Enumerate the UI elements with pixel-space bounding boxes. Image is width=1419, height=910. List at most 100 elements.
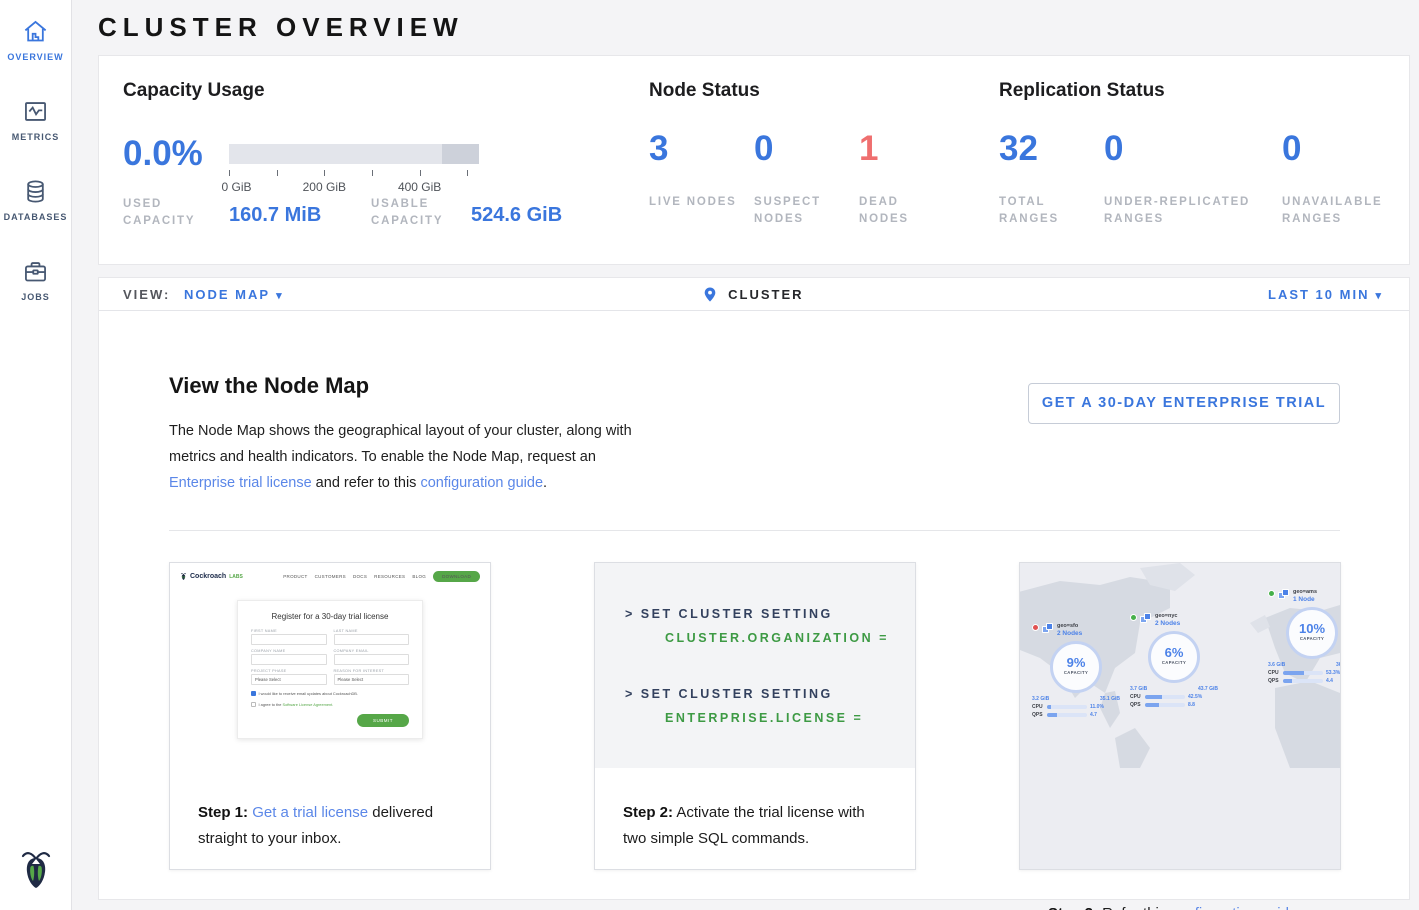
- step1-card: CockroachLABS PRODUCTCUSTOMERSDOCSRESOUR…: [169, 562, 491, 870]
- unavailable-ranges-stat: 0 UNAVAILABLE RANGES: [1282, 131, 1392, 228]
- suspect-nodes-label: SUSPECT NODES: [754, 194, 844, 228]
- used-capacity-value: 160.7 MiB: [229, 204, 321, 227]
- capacity-used-percent: 0.0%: [123, 136, 203, 171]
- live-nodes-value: 3: [649, 131, 739, 166]
- nodes-cube-icon: [1042, 623, 1054, 634]
- reason-select: Please Select: [334, 674, 410, 685]
- mini-site-header: CockroachLABS PRODUCTCUSTOMERSDOCSRESOUR…: [170, 563, 490, 586]
- form-title: Register for a 30-day trial license: [251, 612, 409, 621]
- live-status-dot: [1268, 590, 1275, 597]
- enterprise-trial-license-link[interactable]: Enterprise trial license: [169, 475, 312, 491]
- location-label: CLUSTER: [728, 287, 803, 302]
- sidebar-item-label: JOBS: [21, 292, 50, 302]
- replication-status-title: Replication Status: [999, 80, 1165, 102]
- company-name-field: [251, 654, 327, 665]
- step2-code-snippet: > SET CLUSTER SETTING CLUSTER.ORGANIZATI…: [595, 563, 915, 768]
- briefcase-icon: [22, 258, 49, 285]
- capacity-usage-title: Capacity Usage: [123, 80, 265, 102]
- step3-caption: Step 3: Refer this configuration guide t…: [1020, 869, 1340, 910]
- chevron-down-icon: ▾: [1375, 290, 1383, 302]
- configuration-guide-link[interactable]: configuration guide: [1171, 905, 1298, 910]
- sql-command-line: > SET CLUSTER SETTING: [625, 607, 915, 621]
- location-breadcrumb: CLUSTER: [99, 287, 1409, 302]
- trial-license-form: Register for a 30-day trial license FIRS…: [237, 600, 423, 739]
- locality-widget-sfo: geo=sfo2 Nodes 9% CAPACITY 3.2 GiB35.1 G…: [1032, 623, 1120, 718]
- live-status-dot: [1130, 614, 1137, 621]
- sql-setting-line: ENTERPRISE.LICENSE =: [665, 711, 915, 725]
- nodes-cube-icon: [1140, 613, 1152, 624]
- view-bar: VIEW: NODE MAP▾ CLUSTER LAST 10 MIN▾: [99, 278, 1409, 311]
- capacity-bar-chart: 0 GiB 200 GiB 400 GiB: [229, 144, 479, 194]
- usable-capacity-value: 524.6 GiB: [471, 204, 562, 227]
- mini-site-nav: PRODUCTCUSTOMERSDOCSRESOURCESBLOG DOWNLO…: [283, 571, 480, 582]
- cockroach-bug-icon: [180, 572, 187, 581]
- project-phase-select: Please Select: [251, 674, 327, 685]
- axis-tick-label: 400 GiB: [398, 180, 441, 194]
- cockroach-labs-logo: [0, 846, 72, 892]
- home-icon: [22, 18, 49, 45]
- enterprise-trial-button[interactable]: GET A 30-DAY ENTERPRISE TRIAL: [1028, 383, 1340, 424]
- mini-site-submit-button: SUBMIT: [357, 714, 409, 727]
- dead-nodes-label: DEAD NODES: [859, 194, 949, 228]
- dead-status-dot: [1032, 624, 1039, 631]
- sidebar-item-metrics[interactable]: METRICS: [0, 80, 71, 160]
- steps-row: CockroachLABS PRODUCTCUSTOMERSDOCSRESOUR…: [169, 562, 1341, 870]
- live-nodes-label: LIVE NODES: [649, 194, 739, 211]
- configuration-guide-link[interactable]: configuration guide: [420, 475, 543, 491]
- sidebar-item-overview[interactable]: OVERVIEW: [0, 0, 71, 80]
- suspect-nodes-stat: 0 SUSPECT NODES: [754, 131, 844, 228]
- total-ranges-label: TOTAL RANGES: [999, 194, 1089, 228]
- axis-tick-label: 200 GiB: [303, 180, 346, 194]
- locality-widget-ams: geo=ams1 Node 10% CAPACITY 3.6 GiB36.6 G…: [1268, 589, 1340, 684]
- unavailable-ranges-label: UNAVAILABLE RANGES: [1282, 194, 1392, 228]
- time-range-dropdown[interactable]: LAST 10 MIN▾: [1268, 287, 1383, 302]
- map-pin-icon: [704, 287, 716, 302]
- cluster-summary-card: Capacity Usage 0.0% 0 GiB 200 GiB 400 Gi…: [98, 55, 1410, 265]
- total-ranges-value: 32: [999, 131, 1089, 166]
- sql-setting-line: CLUSTER.ORGANIZATION =: [665, 631, 915, 645]
- get-trial-license-link[interactable]: Get a trial license: [252, 804, 368, 821]
- capacity-gauge: 10% CAPACITY: [1286, 607, 1338, 659]
- node-map-panel: VIEW: NODE MAP▾ CLUSTER LAST 10 MIN▾ Vie…: [98, 277, 1410, 900]
- locality-widget-nyc: geo=nyc2 Nodes 6% CAPACITY 3.7 GiB43.7 G…: [1130, 613, 1218, 708]
- sidebar-item-label: METRICS: [12, 132, 60, 142]
- step2-caption: Step 2: Activate the trial license with …: [595, 768, 915, 852]
- node-status-title: Node Status: [649, 80, 760, 102]
- capacity-bar-reserved-segment: [442, 144, 480, 164]
- usable-capacity-label: USABLE CAPACITY: [371, 196, 466, 230]
- checkbox-icon: [251, 702, 256, 707]
- node-map-heading: View the Node Map: [169, 373, 369, 399]
- total-ranges-stat: 32 TOTAL RANGES: [999, 131, 1089, 228]
- suspect-nodes-value: 0: [754, 131, 844, 166]
- step2-card: > SET CLUSTER SETTING CLUSTER.ORGANIZATI…: [594, 562, 916, 870]
- section-divider: [169, 530, 1340, 531]
- dead-nodes-value: 1: [859, 131, 949, 166]
- cluster-overview-page: OVERVIEW METRICS DATABASES JOBS: [0, 0, 1419, 910]
- last-name-field: [334, 634, 410, 645]
- sidebar-item-databases[interactable]: DATABASES: [0, 160, 71, 240]
- axis-tick-label: 0 GiB: [221, 180, 251, 194]
- dead-nodes-stat: 1 DEAD NODES: [859, 131, 949, 228]
- capacity-axis-labels: 0 GiB 200 GiB 400 GiB: [229, 180, 479, 194]
- nodes-cube-icon: [1278, 589, 1290, 600]
- sql-command-line: > SET CLUSTER SETTING: [625, 687, 915, 701]
- capacity-axis-ticks: [229, 170, 479, 177]
- step1-caption: Step 1: Get a trial license delivered st…: [170, 768, 490, 852]
- step1-screenshot: CockroachLABS PRODUCTCUSTOMERSDOCSRESOUR…: [170, 563, 490, 768]
- sidebar-item-label: OVERVIEW: [7, 52, 63, 62]
- sidebar-item-jobs[interactable]: JOBS: [0, 240, 71, 320]
- live-nodes-stat: 3 LIVE NODES: [649, 131, 739, 211]
- email-updates-checkbox: I would like to receive email updates ab…: [251, 691, 409, 696]
- sidebar: OVERVIEW METRICS DATABASES JOBS: [0, 0, 72, 910]
- mini-site-brand: CockroachLABS: [180, 572, 243, 581]
- under-replicated-ranges-label: UNDER-REPLICATED RANGES: [1104, 194, 1269, 228]
- under-replicated-ranges-value: 0: [1104, 131, 1269, 166]
- capacity-gauge: 9% CAPACITY: [1050, 641, 1102, 693]
- company-email-field: [334, 654, 410, 665]
- used-capacity-label: USED CAPACITY: [123, 196, 218, 230]
- mini-site-download-button: DOWNLOAD: [433, 571, 480, 582]
- capacity-bar: [229, 144, 479, 164]
- license-agreement-checkbox: I agree to the Software License Agreemen…: [251, 702, 409, 707]
- node-map-preview: geo=sfo2 Nodes 9% CAPACITY 3.2 GiB35.1 G…: [1020, 563, 1340, 869]
- checkbox-checked-icon: [251, 691, 256, 696]
